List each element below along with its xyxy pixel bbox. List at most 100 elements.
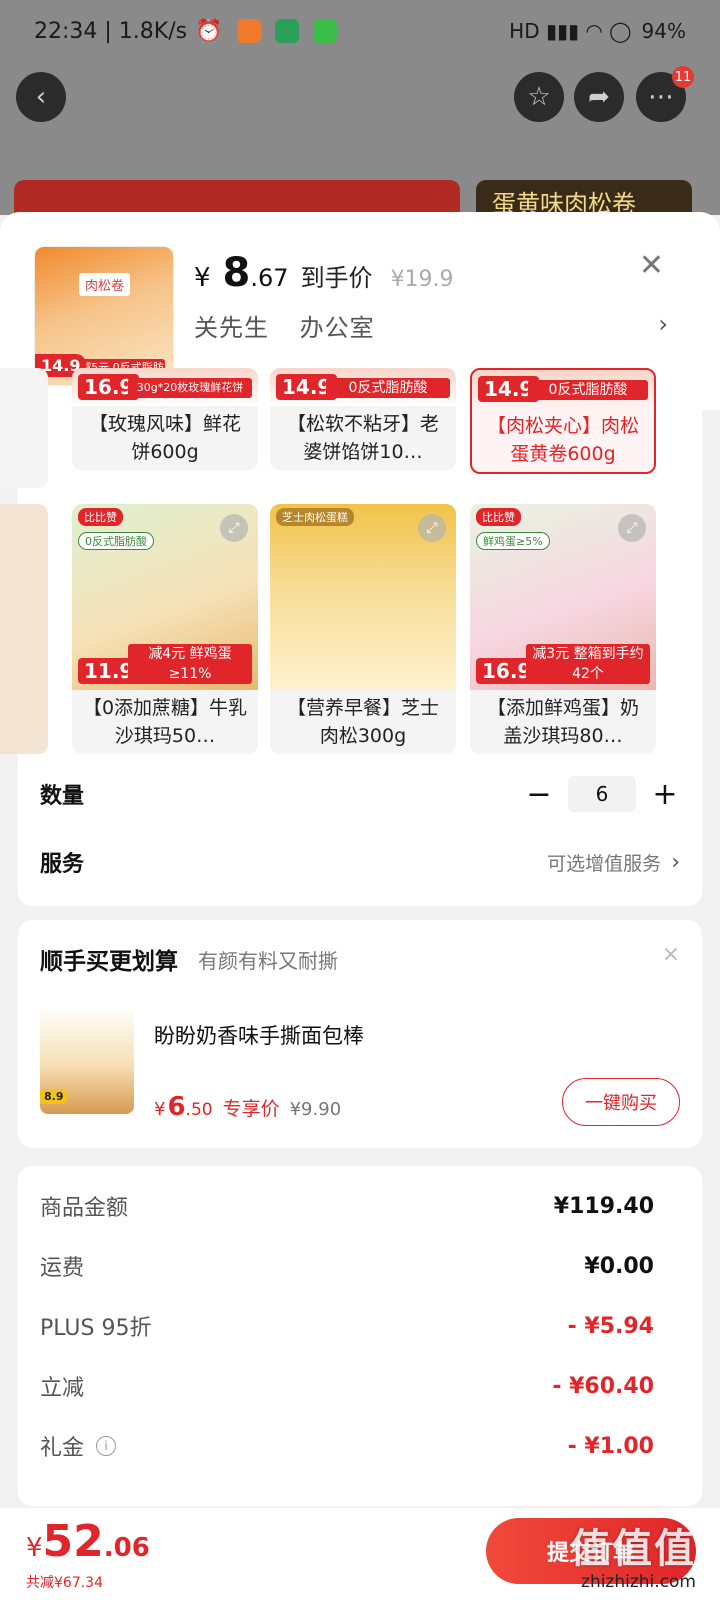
summary-value: - ¥60.40 [552,1373,654,1399]
upsell-title: 顺手买更划算 [40,949,178,975]
summary-value: - ¥5.94 [567,1313,654,1339]
quantity-stepper: − 6 + [524,776,680,812]
price-label: 到手价 [300,264,373,292]
app-notification-icon [274,19,299,43]
service-row[interactable]: 服务 可选增值服务 › [40,842,680,882]
brand-label: 芝士肉松蛋糕 [276,508,354,526]
price-cents: .67 [250,264,289,292]
product-thumbnail[interactable]: 肉松卷 减5元 0反式脂肪酸 14.9 [34,246,174,386]
share-icon: ➦ [588,82,610,112]
upsell-price-label: 专享价 [222,1098,280,1120]
total-currency: ¥ [26,1533,43,1563]
status-bar: 22:34 | 1.8K/s ⏰ HD ▮▮▮ ◠ ◯ 94% [0,0,720,62]
upsell-currency: ¥ [154,1099,166,1120]
product-card[interactable]: 16.9 30g*20枚玫瑰鲜花饼 【玫瑰风味】鲜花饼600g [72,368,258,470]
product-name: 【松软不粘牙】老婆饼馅饼10… [286,413,439,463]
checkout-bar: ¥ 52 .06 共减¥67.34 提交订单 值值值 zhizhizhi.com [0,1508,720,1600]
upsell-original-price: ¥9.90 [289,1099,342,1120]
alarm-icon: ⏰ [195,18,223,44]
expand-icon[interactable]: ⤢ [418,514,446,542]
summary-row: PLUS 95折 - ¥5.94 [40,1306,654,1346]
price-main: 8 [222,250,251,296]
summary-row: 立减 - ¥60.40 [40,1366,654,1406]
product-strip: 0反式脂肪酸 [326,378,450,398]
product-variant-grid: 16.9 30g*20枚玫瑰鲜花饼 【玫瑰风味】鲜花饼600g 14.9 0反式… [0,368,702,772]
original-price: ¥19.9 [390,267,454,292]
product-card[interactable]: 比比赞 0反式脂肪酸 ⤢ 11.9 减4元 鲜鸡蛋≥11% 【0添加蔗糖】牛乳沙… [72,504,258,754]
wechat-icon [312,19,337,43]
brand-label: 比比赞 [78,508,123,526]
product-card-selected[interactable]: 14.9 0反式脂肪酸 【肉松夹心】肉松蛋黄卷600g [470,368,656,474]
price-summary: 商品金额 ¥119.40 运费 ¥0.00 PLUS 95折 - ¥5.94 立… [18,1166,702,1506]
product-card-offscreen[interactable] [0,504,48,754]
summary-label: 立减 [40,1376,85,1401]
product-card-offscreen[interactable] [0,368,48,488]
summary-label: 礼金 [40,1436,85,1461]
summary-value: ¥119.40 [553,1193,654,1219]
close-sheet-button[interactable]: ✕ [639,248,664,283]
product-strip: 减4元 鲜鸡蛋≥11% [128,644,252,684]
status-time: 22:34 | 1.8K/s [34,18,188,44]
product-card[interactable]: 14.9 0反式脂肪酸 【松软不粘牙】老婆饼馅饼10… [270,368,456,470]
upsell-price-cents: .50 [185,1100,213,1120]
summary-value: - ¥1.00 [567,1433,654,1459]
info-icon[interactable]: i [96,1436,117,1456]
summary-row: 商品金额 ¥119.40 [40,1186,654,1226]
increase-button[interactable]: + [650,777,680,812]
total-saved: 共减¥67.34 [26,1575,103,1591]
chevron-right-icon: › [671,849,680,875]
total-price: ¥ 52 .06 [26,1516,150,1567]
address-name: 关先生 [194,314,269,342]
expand-icon[interactable]: ⤢ [220,514,248,542]
product-name: 【玫瑰风味】鲜花饼600g [88,413,241,463]
back-icon: ‹ [35,82,47,112]
summary-value: ¥0.00 [584,1253,654,1279]
upsell-product-name[interactable]: 盼盼奶香味手撕面包棒 [154,1020,364,1050]
summary-row: 运费 ¥0.00 [40,1246,654,1286]
more-icon: ⋯ [648,82,674,112]
signal-icons: HD ▮▮▮ ◠ ◯ [509,19,632,43]
summary-label: 商品金额 [40,1196,129,1221]
product-band: 鲜鸡蛋≥5% [476,532,550,550]
decrease-button[interactable]: − [524,777,554,812]
back-button[interactable]: ‹ [16,72,66,122]
upsell-card: 顺手买更划算 有颜有料又耐撕 × 8.9 盼盼奶香味手撕面包棒 ¥ 6 .50 … [18,920,702,1148]
star-icon: ☆ [527,82,551,112]
address-place: 办公室 [299,314,375,342]
product-name: 【营养早餐】芝士肉松300g [286,697,439,747]
favorite-button[interactable]: ☆ [514,72,564,122]
one-click-buy-button[interactable]: 一键购买 [562,1078,680,1126]
summary-label: 运费 [40,1256,85,1281]
total-main: 52 [42,1516,104,1567]
watermark: 值值值 zhizhizhi.com [570,1516,696,1592]
product-strip: 30g*20枚玫瑰鲜花饼 [128,378,252,398]
watermark-logo: 值值值 [570,1526,696,1572]
options-block: 数量 − 6 + 服务 可选增值服务 › [18,772,702,906]
summary-row: 礼金 i - ¥1.00 [40,1426,654,1466]
address-selector[interactable]: 关先生 办公室 [194,308,397,343]
total-cents: .06 [103,1533,150,1563]
close-icon[interactable]: × [662,942,680,967]
chevron-right-icon[interactable]: › [658,310,668,338]
battery-level: 94% [641,19,686,43]
product-card[interactable]: 芝士肉松蛋糕 ⤢ 【营养早餐】芝士肉松300g [270,504,456,754]
upsell-thumb-price: 8.9 [40,1089,68,1104]
summary-label: PLUS 95折 [40,1316,152,1341]
notification-badge: 11 [672,66,694,88]
brand-label: 比比赞 [476,508,521,526]
expand-icon[interactable]: ⤢ [618,514,646,542]
quantity-input[interactable]: 6 [568,776,636,812]
share-button[interactable]: ➦ [574,72,624,122]
watermark-url: zhizhizhi.com [581,1572,696,1592]
product-card[interactable]: 比比赞 鲜鸡蛋≥5% ⤢ 16.9 减3元 整箱到手约42个 【添加鲜鸡蛋】奶盖… [470,504,656,754]
product-band: 0反式脂肪酸 [78,532,154,550]
product-strip: 减3元 整箱到手约42个 [526,644,650,684]
service-value: 可选增值服务 [547,852,662,875]
upsell-subtitle: 有颜有料又耐撕 [198,949,338,973]
quantity-label: 数量 [40,784,85,809]
price-currency: ¥ [194,263,211,293]
close-icon: ✕ [638,248,664,283]
more-button[interactable]: ⋯ 11 [636,66,694,122]
upsell-product-image[interactable]: 8.9 [40,1006,134,1114]
upsell-price-main: 6 [167,1092,186,1122]
